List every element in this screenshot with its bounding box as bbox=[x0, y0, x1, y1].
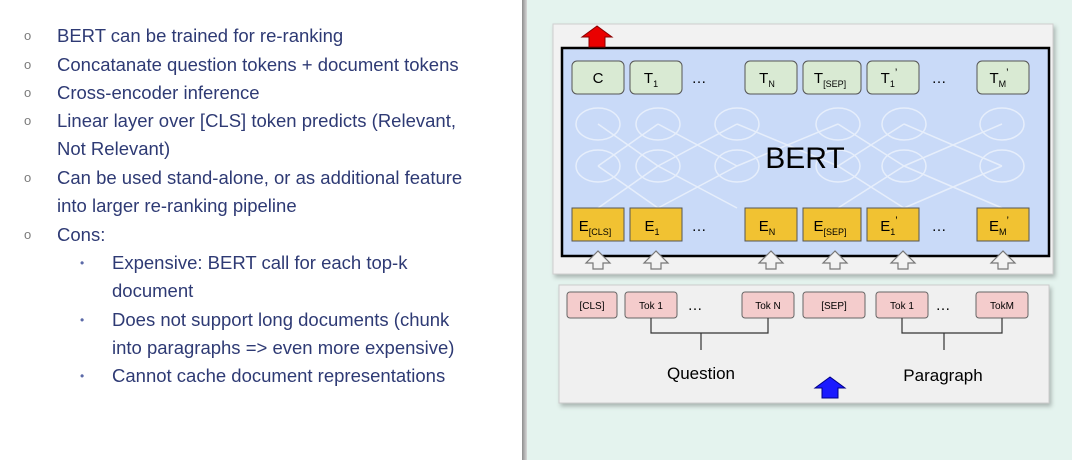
embedding-base: E bbox=[579, 218, 589, 235]
bullet-bert-reranking: BERT can be trained for re-ranking bbox=[57, 25, 344, 46]
input-ellipsis: … bbox=[936, 297, 951, 314]
embedding-ellipsis: … bbox=[692, 218, 707, 235]
output-token-sub: [SEP] bbox=[823, 79, 846, 89]
bullet-panel: o BERT can be trained for re-ranking o C… bbox=[0, 0, 522, 460]
output-token-sub: 1 bbox=[890, 79, 895, 89]
diagram-panel: BERT C T1 … TN T[SEP] T1’ … TM’ E[CLS] E… bbox=[527, 0, 1072, 460]
embedding-en: EN bbox=[744, 207, 798, 242]
output-token-sup: ’ bbox=[1006, 67, 1008, 79]
embedding-sub: N bbox=[769, 227, 776, 237]
output-token-c: C bbox=[571, 60, 625, 95]
input-token: TokM bbox=[990, 301, 1014, 312]
svg-text:T1’: T1’ bbox=[881, 67, 898, 89]
output-token-sub: M bbox=[999, 79, 1007, 89]
input-token: Tok 1 bbox=[639, 301, 663, 312]
embedding-base: E bbox=[813, 218, 823, 235]
sub-bullet-marker: • bbox=[80, 313, 85, 327]
input-token: [CLS] bbox=[579, 301, 604, 312]
output-token-base: T bbox=[814, 70, 823, 87]
bullet-marker: o bbox=[24, 57, 32, 72]
bullet-concatenate: Concatanate question tokens + document t… bbox=[57, 54, 459, 75]
output-ellipsis: … bbox=[932, 70, 947, 87]
bullet-linear-layer: Linear layer over [CLS] token predicts (… bbox=[57, 110, 456, 131]
sub-bullet-long-docs-cont: into paragraphs => even more expensive) bbox=[112, 337, 455, 358]
output-ellipsis: … bbox=[692, 70, 707, 87]
embedding-base: E bbox=[880, 218, 890, 235]
embedding-ecls: E[CLS] bbox=[571, 207, 625, 242]
embedding-sub: [SEP] bbox=[824, 227, 847, 237]
bullet-marker: o bbox=[24, 113, 32, 128]
sub-bullet-marker: • bbox=[80, 369, 85, 383]
bullet-stand-alone-cont: into larger re-ranking pipeline bbox=[57, 195, 297, 216]
svg-text:C: C bbox=[593, 70, 604, 87]
svg-text:EM’: EM’ bbox=[989, 215, 1009, 237]
sub-bullet-marker: • bbox=[80, 256, 85, 270]
output-token-tn: TN bbox=[744, 60, 798, 95]
embedding-esep: E[SEP] bbox=[802, 207, 862, 242]
svg-text:E1’: E1’ bbox=[880, 215, 897, 237]
embedding-e1prime: E1’ bbox=[866, 207, 920, 242]
sub-bullet-no-cache: Cannot cache document representations bbox=[112, 365, 446, 386]
bullet-cons: Cons: bbox=[57, 224, 106, 245]
embedding-sup: ’ bbox=[895, 215, 897, 227]
embedding-sub: M bbox=[999, 227, 1007, 237]
bullet-linear-layer-cont: Not Relevant) bbox=[57, 138, 171, 159]
embedding-sub: 1 bbox=[655, 227, 660, 237]
input-ellipsis: … bbox=[688, 297, 703, 314]
input-token: Tok N bbox=[755, 301, 781, 312]
output-token-base: T bbox=[644, 70, 653, 87]
output-token-base: T bbox=[989, 70, 998, 87]
bullet-marker: o bbox=[24, 85, 32, 100]
output-token-sup: ’ bbox=[895, 67, 897, 79]
embedding-base: E bbox=[989, 218, 999, 235]
output-token-sub: N bbox=[768, 79, 775, 89]
sub-bullet-expensive: Expensive: BERT call for each top-k bbox=[112, 252, 408, 273]
embedding-e1: E1 bbox=[629, 207, 683, 242]
embedding-sup: ’ bbox=[1007, 215, 1009, 227]
sub-bullet-expensive-cont: document bbox=[112, 280, 194, 301]
embedding-sub: [CLS] bbox=[589, 227, 612, 237]
bullet-cross-encoder: Cross-encoder inference bbox=[57, 82, 260, 103]
question-label: Question bbox=[667, 364, 735, 383]
bert-label: BERT bbox=[765, 142, 844, 175]
output-token-t1prime: T1’ bbox=[866, 60, 920, 95]
input-token: [SEP] bbox=[821, 301, 847, 312]
bullet-marker: o bbox=[24, 170, 32, 185]
embedding-emprime: EM’ bbox=[976, 207, 1030, 242]
output-token-tmprime: TM’ bbox=[976, 60, 1030, 95]
embedding-base: E bbox=[759, 218, 769, 235]
output-token-tsep: T[SEP] bbox=[802, 60, 862, 95]
input-token: Tok 1 bbox=[890, 301, 914, 312]
paragraph-label: Paragraph bbox=[903, 366, 982, 385]
output-token-base: T bbox=[759, 70, 768, 87]
bullet-stand-alone: Can be used stand-alone, or as additiona… bbox=[57, 167, 463, 188]
output-token-base: T bbox=[881, 70, 890, 87]
embedding-sub: 1 bbox=[890, 227, 895, 237]
bullet-marker: o bbox=[24, 227, 32, 242]
embedding-base: E bbox=[644, 218, 654, 235]
output-token-base: C bbox=[593, 70, 604, 87]
embedding-ellipsis: … bbox=[932, 218, 947, 235]
sub-bullet-long-docs: Does not support long documents (chunk bbox=[112, 309, 450, 330]
output-token-sub: 1 bbox=[653, 79, 658, 89]
output-token-t1: T1 bbox=[629, 60, 683, 95]
bert-cross-encoder-diagram: BERT C T1 … TN T[SEP] T1’ … TM’ E[CLS] E… bbox=[552, 23, 1054, 404]
bullet-marker: o bbox=[24, 28, 32, 43]
